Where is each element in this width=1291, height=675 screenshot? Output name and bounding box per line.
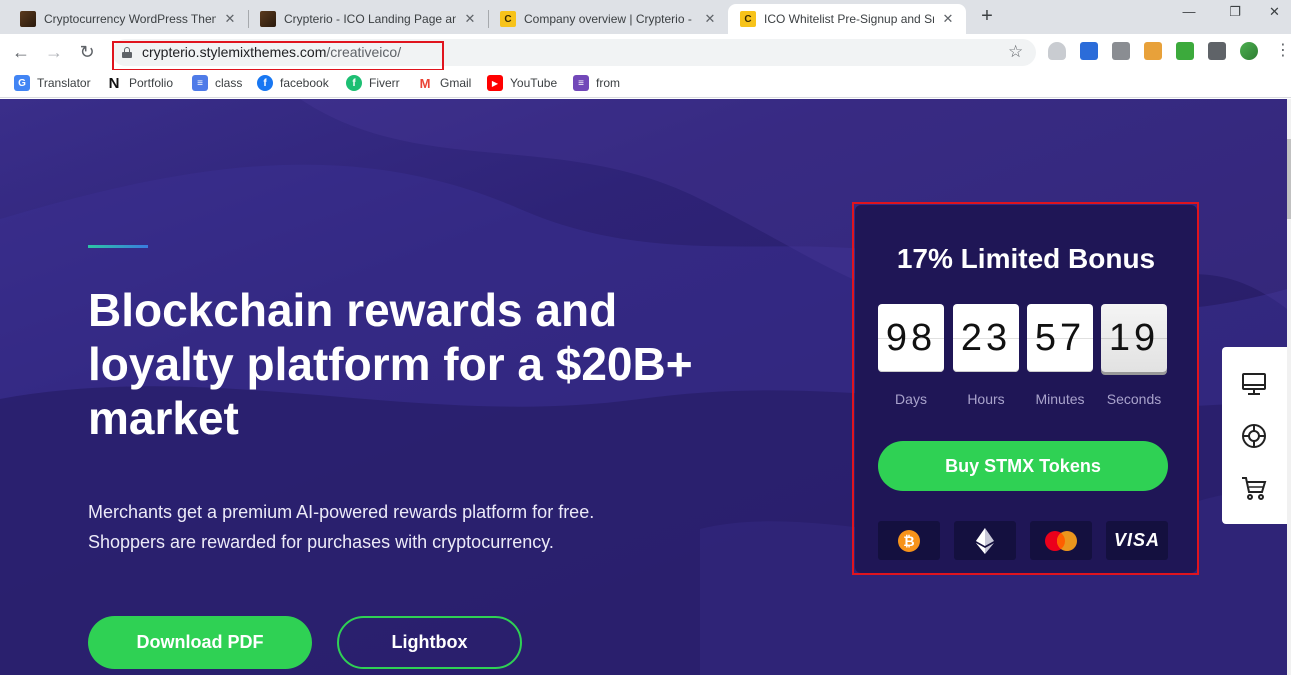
site-favicon-icon — [20, 11, 36, 27]
facebook-icon: f — [257, 75, 273, 91]
hero-subtext-line: Merchants get a premium AI-powered rewar… — [88, 502, 595, 522]
docs-icon: ≡ — [192, 75, 208, 91]
gmail-icon: M — [417, 75, 433, 91]
lightbox-button[interactable]: Lightbox — [337, 616, 522, 669]
browser-tab[interactable]: Cryptocurrency WordPress Them ✕ — [8, 4, 248, 34]
browser-tab[interactable]: C Company overview | Crypterio - I ✕ — [488, 4, 728, 34]
tab-title: Cryptocurrency WordPress Them — [44, 12, 216, 26]
puzzle-extensions-icon[interactable] — [1208, 42, 1226, 60]
extension-icon[interactable] — [1080, 42, 1098, 60]
close-tab-icon[interactable]: ✕ — [702, 11, 718, 27]
bookmark-star-icon[interactable]: ☆ — [1008, 42, 1023, 62]
lifebuoy-icon[interactable] — [1241, 423, 1267, 449]
browser-tab-strip: Cryptocurrency WordPress Them ✕ Crypteri… — [0, 0, 1291, 34]
browser-tab[interactable]: Crypterio - ICO Landing Page and ✕ — [248, 4, 488, 34]
coin-icon: C — [500, 11, 516, 27]
bookmark-label: from — [596, 76, 620, 90]
forms-icon: ≡ — [573, 75, 589, 91]
fiverr-icon: f — [346, 75, 362, 91]
bookmark-label: Fiverr — [369, 76, 400, 90]
url-highlight-box — [112, 41, 444, 71]
n-icon: N — [106, 75, 122, 92]
scrollbar-thumb[interactable] — [1287, 139, 1291, 219]
shield-extension-icon[interactable] — [1048, 42, 1066, 60]
bookmarks-bar: G Translator N Portfolio ≡ class f faceb… — [0, 70, 1291, 98]
page-viewport: Blockchain rewards and loyalty platform … — [0, 99, 1287, 675]
bookmark-label: Translator — [37, 76, 91, 90]
youtube-icon: ▶ — [487, 75, 503, 91]
google-translate-icon: G — [14, 75, 30, 91]
bonus-highlight-box — [852, 202, 1199, 575]
bookmark-youtube[interactable]: ▶ YouTube — [487, 75, 557, 91]
bookmark-facebook[interactable]: f facebook — [257, 75, 329, 91]
browser-tab-active[interactable]: C ICO Whitelist Pre-Signup and Sm ✕ — [728, 4, 966, 34]
hero-subtext-line: Shoppers are rewarded for purchases with… — [88, 532, 554, 552]
hero-subtext: Merchants get a premium AI-powered rewar… — [88, 497, 708, 557]
window-close-icon[interactable]: ✕ — [1258, 4, 1291, 26]
restore-icon[interactable]: ❐ — [1212, 4, 1258, 26]
bookmark-label: class — [215, 76, 243, 90]
bookmark-fiverr[interactable]: f Fiverr — [346, 75, 400, 91]
close-tab-icon[interactable]: ✕ — [222, 11, 238, 27]
bookmark-label: facebook — [280, 76, 329, 90]
bookmark-translator[interactable]: G Translator — [14, 75, 91, 91]
coin-icon: C — [740, 11, 756, 27]
new-tab-icon[interactable]: + — [977, 6, 997, 26]
tab-title: Crypterio - ICO Landing Page and — [284, 12, 456, 26]
page-scrollbar[interactable] — [1287, 99, 1291, 675]
download-pdf-button[interactable]: Download PDF — [88, 616, 312, 669]
bookmark-class[interactable]: ≡ class — [192, 75, 242, 91]
back-icon[interactable]: ← — [9, 40, 33, 64]
camera-extension-icon[interactable] — [1112, 42, 1130, 60]
hero-headline: Blockchain rewards and loyalty platform … — [88, 284, 693, 444]
tab-title: ICO Whitelist Pre-Signup and Sm — [764, 12, 934, 26]
bookmark-label: YouTube — [510, 76, 558, 90]
bookmark-label: Gmail — [440, 76, 472, 90]
extension-icon[interactable] — [1144, 42, 1162, 60]
monitor-icon[interactable] — [1241, 371, 1267, 397]
bookmark-label: Portfolio — [129, 76, 174, 90]
accent-line — [88, 245, 148, 248]
browser-menu-icon[interactable]: ⋮ — [1275, 40, 1291, 60]
site-favicon-icon — [260, 11, 276, 27]
profile-avatar[interactable] — [1240, 42, 1258, 60]
close-tab-icon[interactable]: ✕ — [940, 11, 956, 27]
bookmark-gmail[interactable]: M Gmail — [417, 75, 471, 91]
forward-icon[interactable]: → — [42, 40, 66, 64]
cart-icon[interactable] — [1241, 475, 1267, 501]
tab-title: Company overview | Crypterio - I — [524, 12, 696, 26]
download-extension-icon[interactable] — [1176, 42, 1194, 60]
reload-icon[interactable]: ↻ — [75, 40, 99, 64]
bookmark-from[interactable]: ≡ from — [573, 75, 620, 91]
close-tab-icon[interactable]: ✕ — [462, 11, 478, 27]
minimize-icon[interactable]: — — [1166, 4, 1212, 26]
side-floating-panel — [1222, 347, 1287, 524]
bookmark-portfolio[interactable]: N Portfolio — [106, 75, 174, 92]
